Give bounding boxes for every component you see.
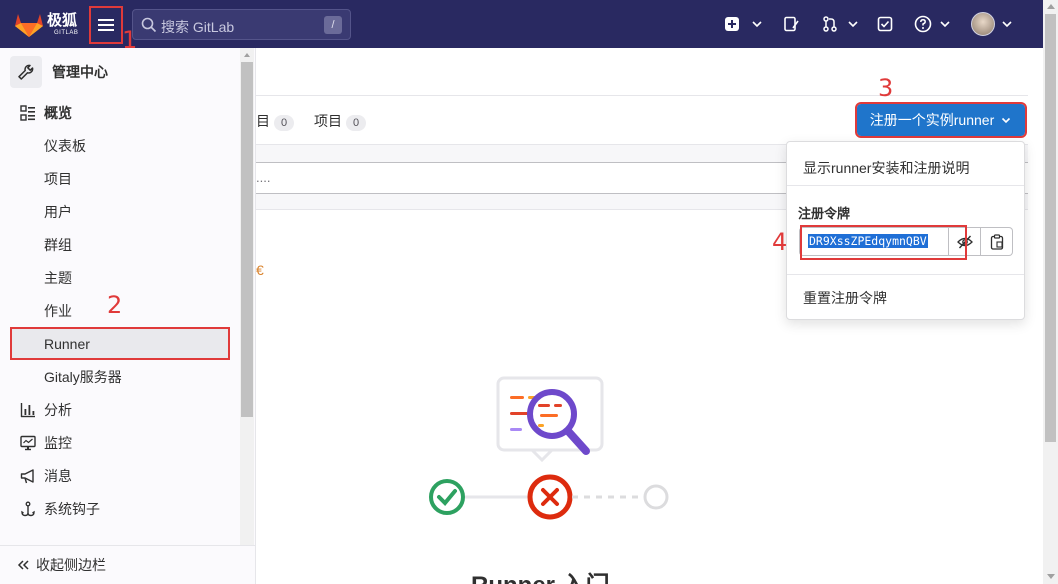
annotation-box-token	[800, 225, 967, 260]
issues-button[interactable]	[783, 14, 799, 34]
annotation-number-1: 1	[122, 26, 138, 54]
dropdown-divider	[787, 185, 1024, 186]
sidebar-item-users[interactable]: 用户	[10, 195, 230, 228]
scroll-down-arrow-icon	[1047, 574, 1055, 579]
register-instance-runner-button[interactable]: 注册一个实例runner	[855, 102, 1027, 138]
chevron-down-icon	[1002, 21, 1012, 28]
tab-count-badge: 0	[274, 115, 294, 131]
search-input[interactable]: 搜索 GitLab /	[132, 9, 351, 40]
chevron-down-icon	[940, 21, 950, 28]
annotation-number-2: 2	[107, 291, 123, 319]
search-placeholder: 搜索 GitLab	[161, 19, 235, 35]
search-shortcut-key: /	[324, 16, 342, 34]
sidebar-item-groups[interactable]: 群组	[10, 228, 230, 261]
sidebar: 管理中心 概览 仪表板 项目 用户 群组 主题 作业 Runner Gitaly…	[0, 48, 256, 584]
sidebar-item-analytics[interactable]: 分析	[10, 393, 230, 426]
divider	[256, 95, 1028, 96]
sidebar-scrollbar[interactable]	[240, 48, 254, 545]
sidebar-item-label: 概览	[44, 104, 72, 121]
scroll-up-arrow-icon	[1047, 4, 1055, 9]
tab-label: 目	[256, 113, 270, 129]
top-navbar: 极狐 GITLAB 搜索 GitLab /	[0, 0, 1043, 48]
sidebar-item-label: 群组	[44, 236, 72, 253]
runner-empty-state-illustration	[429, 376, 669, 520]
sidebar-item-system-hooks[interactable]: 系统钩子	[10, 492, 230, 525]
sidebar-item-label: 用户	[44, 203, 72, 220]
sidebar-item-runner[interactable]: Runner	[10, 327, 230, 360]
sidebar-header-admin[interactable]: 管理中心	[10, 56, 238, 88]
chevron-down-icon	[848, 21, 858, 28]
user-menu-chevron[interactable]	[1000, 14, 1014, 34]
register-runner-label: 注册一个实例runner	[869, 112, 995, 128]
megaphone-icon	[20, 469, 34, 484]
brand-name: 极狐	[47, 12, 78, 29]
sidebar-item-projects[interactable]: 项目	[10, 162, 230, 195]
truncated-text-fragment: €	[256, 262, 264, 278]
new-item-dropdown[interactable]	[724, 14, 764, 34]
todo-check-icon	[877, 16, 893, 32]
user-avatar[interactable]	[971, 12, 995, 36]
tab-label: 项目	[314, 113, 342, 129]
sidebar-item-label: 主题	[44, 269, 72, 286]
sidebar-item-label: 项目	[44, 170, 72, 187]
sidebar-item-overview[interactable]: 概览	[10, 96, 230, 129]
gitlab-logo-icon[interactable]	[14, 10, 44, 38]
plus-square-icon	[725, 17, 739, 31]
sidebar-item-dashboard[interactable]: 仪表板	[10, 129, 230, 162]
dropdown-divider	[787, 274, 1024, 275]
annotation-number-4: 4	[772, 228, 788, 256]
hook-icon	[21, 501, 35, 517]
tab-count-badge: 0	[346, 115, 366, 131]
admin-icon-box	[10, 56, 42, 88]
sidebar-item-label: 监控	[44, 434, 72, 451]
collapse-sidebar-button[interactable]: 收起侧边栏	[0, 545, 255, 584]
brand-subtitle: GITLAB	[54, 30, 79, 36]
sidebar-item-label: 仪表板	[44, 137, 86, 154]
merge-request-icon	[823, 16, 837, 32]
scroll-up-arrow-icon	[244, 53, 250, 57]
sidebar-item-topics[interactable]: 主题	[10, 261, 230, 294]
page-scrollbar-thumb[interactable]	[1045, 14, 1056, 442]
tab-partial[interactable]: 目0	[256, 111, 294, 131]
chevron-down-icon	[1002, 117, 1011, 124]
overview-icon	[20, 105, 35, 121]
registration-token-label: 注册令牌	[798, 206, 851, 221]
double-chevron-left-icon	[17, 560, 29, 570]
help-dropdown[interactable]	[914, 14, 952, 34]
sidebar-item-label: Gitaly服务器	[44, 368, 122, 385]
show-runner-instructions-item[interactable]: 显示runner安装和注册说明	[803, 158, 969, 178]
clipboard-icon	[990, 233, 1003, 250]
sidebar-item-label: Runner	[44, 335, 90, 352]
sidebar-item-label: 消息	[44, 467, 72, 484]
monitor-icon	[20, 435, 36, 451]
chart-icon	[20, 403, 35, 418]
sidebar-title: 管理中心	[52, 64, 108, 80]
help-icon	[914, 15, 932, 33]
sidebar-item-label: 分析	[44, 401, 72, 418]
sidebar-item-monitoring[interactable]: 监控	[10, 426, 230, 459]
todos-button[interactable]	[877, 14, 893, 34]
search-icon	[141, 17, 157, 33]
collapse-sidebar-label: 收起侧边栏	[36, 557, 106, 573]
sidebar-item-label: 系统钩子	[44, 500, 100, 517]
copy-token-button[interactable]	[981, 227, 1013, 256]
reset-registration-token-item[interactable]: 重置注册令牌	[803, 288, 887, 308]
chevron-down-icon	[752, 21, 762, 28]
sidebar-item-messages[interactable]: 消息	[10, 459, 230, 492]
tab-projects[interactable]: 项目 0	[314, 111, 366, 131]
merge-requests-dropdown[interactable]	[822, 14, 860, 34]
wrench-icon	[18, 64, 34, 80]
issues-icon	[784, 16, 799, 32]
annotation-box-menu	[89, 6, 123, 44]
empty-state-title: Runner 入门	[471, 565, 610, 584]
filter-placeholder: ....	[256, 170, 271, 185]
page-scrollbar[interactable]	[1043, 0, 1058, 584]
sidebar-item-gitaly-servers[interactable]: Gitaly服务器	[10, 360, 230, 393]
annotation-number-3: 3	[878, 74, 894, 102]
sidebar-item-label: 作业	[44, 302, 72, 319]
sidebar-scrollbar-thumb[interactable]	[241, 62, 253, 417]
